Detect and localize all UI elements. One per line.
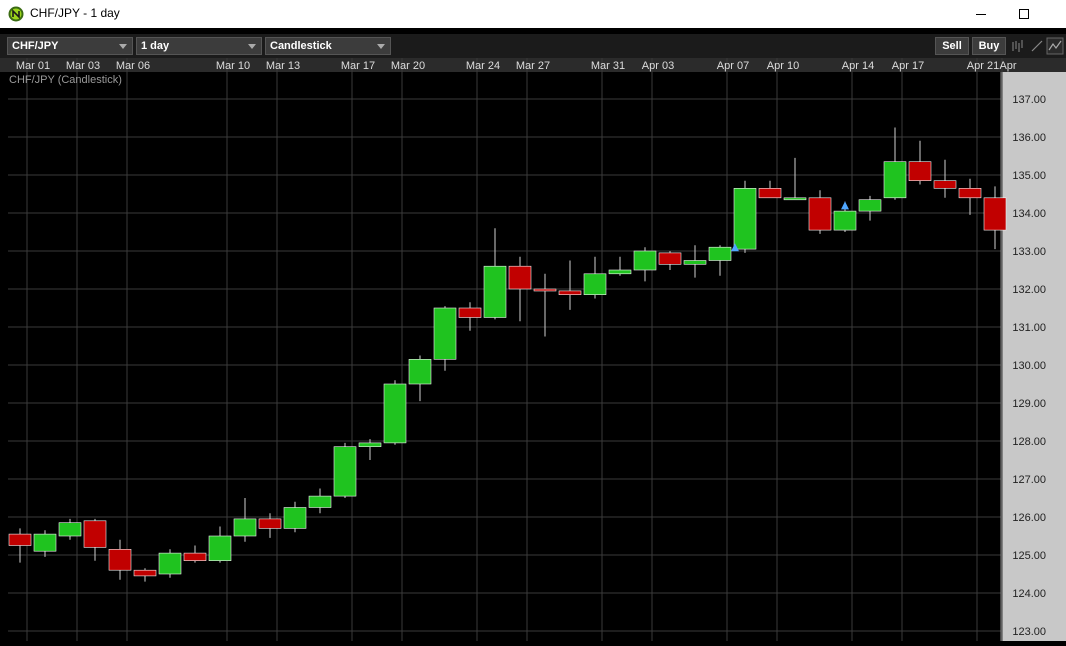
symbol-dropdown-label: CHF/JPY [12, 40, 59, 52]
candle-body [933, 180, 957, 189]
x-tick-label: Apr [999, 60, 1016, 72]
ohlc-bars-icon[interactable] [1010, 37, 1028, 55]
x-tick-label: Mar 13 [266, 60, 300, 72]
indicators-icon[interactable] [1046, 37, 1064, 55]
candle-body [258, 518, 282, 529]
candle-body [408, 358, 432, 385]
candle-body [633, 250, 657, 271]
period-dropdown[interactable]: 1 day [136, 37, 262, 55]
x-tick-label: Apr 14 [842, 60, 874, 72]
candle-body [458, 307, 482, 318]
candle-body [733, 188, 757, 250]
y-tick-label: 126.00 [1012, 512, 1046, 524]
candle-body [583, 273, 607, 296]
y-tick-label: 133.00 [1012, 246, 1046, 258]
chart-toolbar: CHF/JPY 1 day Candlestick Sell Buy [0, 34, 1066, 58]
candle-body [483, 265, 507, 318]
x-tick-label: Mar 27 [516, 60, 550, 72]
x-tick-label: Apr 17 [892, 60, 924, 72]
x-tick-label: Mar 01 [16, 60, 50, 72]
candle-body [358, 442, 382, 447]
chart-type-dropdown[interactable]: Candlestick [265, 37, 391, 55]
y-tick-label: 124.00 [1012, 588, 1046, 600]
x-tick-label: Mar 17 [341, 60, 375, 72]
x-tick-label: Mar 03 [66, 60, 100, 72]
candle-body [908, 161, 932, 181]
x-tick-label: Mar 06 [116, 60, 150, 72]
maximize-button[interactable] [1009, 3, 1039, 25]
candle-body [833, 210, 857, 231]
draw-line-icon[interactable] [1028, 37, 1046, 55]
app-logo-icon [8, 6, 24, 22]
candle-body [708, 246, 732, 261]
candle-body [958, 188, 982, 199]
x-tick-label: Mar 31 [591, 60, 625, 72]
candle-body [333, 446, 357, 497]
x-tick-label: Apr 07 [717, 60, 749, 72]
y-tick-label: 130.00 [1012, 360, 1046, 372]
candle-body [808, 197, 832, 231]
candle-body [783, 197, 807, 201]
candle-body [433, 307, 457, 360]
candle-body [758, 188, 782, 199]
chart-title: CHF/JPY (Candlestick) [9, 74, 122, 86]
x-tick-label: Mar 24 [466, 60, 500, 72]
chevron-down-icon [119, 44, 127, 49]
candle-body [283, 507, 307, 529]
y-tick-label: 131.00 [1012, 322, 1046, 334]
minimize-button[interactable] [966, 3, 996, 25]
candle-body [33, 533, 57, 552]
candle-body [8, 533, 32, 546]
candle-body [208, 535, 232, 562]
y-tick-label: 125.00 [1012, 550, 1046, 562]
x-tick-label: Mar 20 [391, 60, 425, 72]
buy-button[interactable]: Buy [972, 37, 1006, 55]
candle-body [508, 265, 532, 290]
chart-area[interactable]: 123.00 124.00 125.00 126.00 127.00 128.00 129.… [0, 58, 1066, 641]
minimize-icon [976, 14, 986, 15]
chevron-down-icon [248, 44, 256, 49]
candle-body [883, 161, 907, 199]
x-tick-label: Apr 21 [967, 60, 999, 72]
candle-body [533, 288, 557, 292]
candle-body [58, 522, 82, 537]
y-tick-label: 129.00 [1012, 398, 1046, 410]
candle-body [308, 495, 332, 508]
period-dropdown-label: 1 day [141, 40, 170, 52]
candle-body [683, 260, 707, 265]
candle-body [158, 552, 182, 575]
y-tick-label: 136.00 [1012, 132, 1046, 144]
candle-body [83, 520, 107, 548]
candle-body [983, 197, 1007, 231]
y-tick-label: 137.00 [1012, 94, 1046, 106]
window-titlebar: CHF/JPY - 1 day [0, 0, 1066, 28]
candle-body [383, 383, 407, 444]
x-tick-label: Apr 03 [642, 60, 674, 72]
x-tick-label: Mar 10 [216, 60, 250, 72]
candlestick-chart[interactable]: 123.00 124.00 125.00 126.00 127.00 128.00 129.… [0, 58, 1066, 641]
y-tick-label: 135.00 [1012, 170, 1046, 182]
candle-body [183, 552, 207, 562]
y-tick-label: 123.00 [1012, 626, 1046, 638]
candle-body [558, 290, 582, 295]
maximize-icon [1019, 9, 1029, 19]
window-title: CHF/JPY - 1 day [30, 6, 120, 20]
candle-body [108, 548, 132, 571]
candle-body [233, 518, 257, 537]
y-tick-label: 128.00 [1012, 436, 1046, 448]
y-tick-label: 134.00 [1012, 208, 1046, 220]
chart-type-dropdown-label: Candlestick [270, 40, 332, 52]
candle-body [133, 569, 157, 577]
symbol-dropdown[interactable]: CHF/JPY [7, 37, 133, 55]
y-tick-label: 127.00 [1012, 474, 1046, 486]
candle-body [658, 252, 682, 265]
y-tick-label: 132.00 [1012, 284, 1046, 296]
chevron-down-icon [377, 44, 385, 49]
x-tick-label: Apr 10 [767, 60, 799, 72]
candle-body [858, 199, 882, 212]
sell-button[interactable]: Sell [935, 37, 969, 55]
candle-body [608, 269, 632, 275]
